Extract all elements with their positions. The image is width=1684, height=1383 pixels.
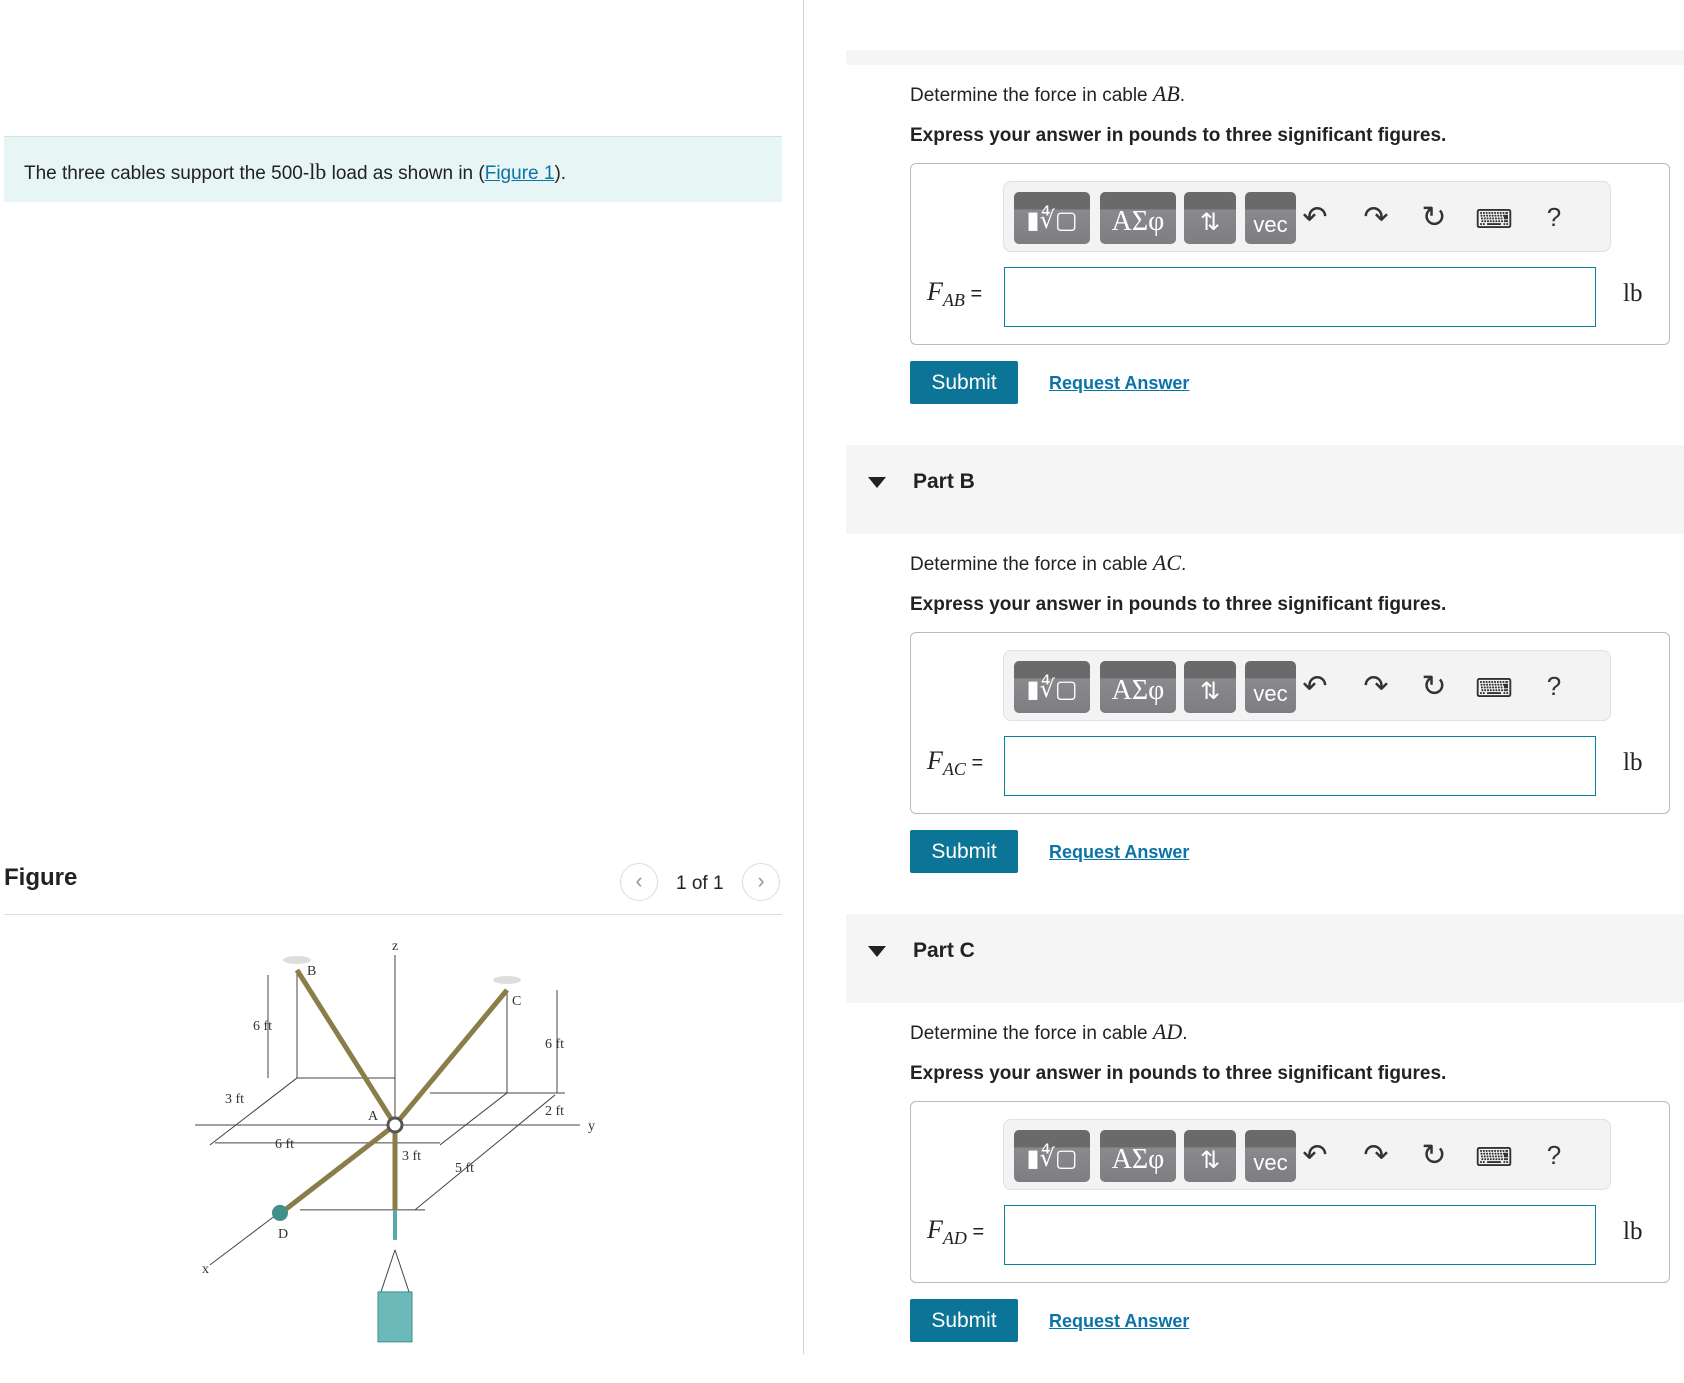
- math-toolbar: ▮∜▢ ΑΣφ ⇅ vec ↶ ↷ ↻ ⌨ ?: [1003, 181, 1611, 252]
- submit-button[interactable]: Submit: [910, 830, 1018, 873]
- keyboard-icon[interactable]: ⌨: [1474, 204, 1514, 235]
- figure-heading: Figure: [4, 864, 78, 891]
- reset-icon[interactable]: ↻: [1414, 1138, 1454, 1173]
- request-answer-link[interactable]: Request Answer: [1049, 373, 1189, 394]
- answer-input[interactable]: [1004, 736, 1596, 796]
- cable-ad: [283, 1122, 397, 1212]
- figure-divider: [4, 914, 782, 915]
- templates-button[interactable]: ▮∜▢: [1014, 661, 1090, 713]
- greek-symbols-button[interactable]: ΑΣφ: [1100, 192, 1176, 244]
- greek-symbols-button[interactable]: ΑΣφ: [1100, 1130, 1176, 1182]
- variable-label: FAD =: [927, 1215, 985, 1249]
- templates-button[interactable]: ▮∜▢: [1014, 192, 1090, 244]
- collapse-triangle-icon[interactable]: [868, 477, 886, 488]
- question: Determine the force in cable AB.: [910, 81, 1186, 106]
- math-toolbar: ▮∜▢ ΑΣφ ⇅ vec ↶ ↷ ↻ ⌨ ?: [1003, 1119, 1611, 1190]
- redo-icon[interactable]: ↷: [1356, 1138, 1396, 1173]
- svg-text:3 ft: 3 ft: [225, 1092, 244, 1107]
- problem-intro: The three cables support the 500-lb load…: [4, 136, 782, 202]
- answer-input[interactable]: [1004, 1205, 1596, 1265]
- submit-button[interactable]: Submit: [910, 361, 1018, 404]
- part-a-section: Determine the force in cable AB. Express…: [846, 0, 1684, 445]
- svg-text:2 ft: 2 ft: [545, 1104, 564, 1119]
- templates-button[interactable]: ▮∜▢: [1014, 1130, 1090, 1182]
- svg-text:3 ft: 3 ft: [402, 1149, 421, 1164]
- part-title: Part C: [913, 939, 975, 962]
- svg-text:x: x: [202, 1262, 209, 1277]
- undo-icon[interactable]: ↶: [1295, 200, 1335, 235]
- submit-button[interactable]: Submit: [910, 1299, 1018, 1342]
- svg-text:6 ft: 6 ft: [253, 1019, 272, 1034]
- question: Determine the force in cable AD.: [910, 1019, 1188, 1044]
- variable-label: FAC =: [927, 746, 984, 780]
- unit-label: lb: [1623, 280, 1643, 307]
- arrows-button[interactable]: ⇅: [1184, 1130, 1236, 1182]
- anchor-d: [272, 1204, 288, 1221]
- help-icon[interactable]: ?: [1534, 671, 1574, 702]
- reset-icon[interactable]: ↻: [1414, 669, 1454, 704]
- arrows-button[interactable]: ⇅: [1184, 192, 1236, 244]
- svg-text:C: C: [512, 994, 521, 1009]
- unit-label: lb: [1623, 749, 1643, 776]
- svg-text:6 ft: 6 ft: [545, 1037, 564, 1052]
- help-icon[interactable]: ?: [1534, 202, 1574, 233]
- svg-text:D: D: [278, 1227, 288, 1242]
- keyboard-icon[interactable]: ⌨: [1474, 1142, 1514, 1173]
- collapse-triangle-icon[interactable]: [868, 946, 886, 957]
- figure-pager: 1 of 1: [676, 873, 724, 894]
- cable-ab: [294, 968, 398, 1127]
- answer-box: ▮∜▢ ΑΣφ ⇅ vec ↶ ↷ ↻ ⌨ ? FAD = lb: [910, 1101, 1670, 1283]
- greek-symbols-button[interactable]: ΑΣφ: [1100, 661, 1176, 713]
- undo-icon[interactable]: ↶: [1295, 669, 1335, 704]
- request-answer-link[interactable]: Request Answer: [1049, 842, 1189, 863]
- load-cylinder: [377, 1291, 413, 1343]
- part-c-section: Part C Determine the force in cable AD. …: [846, 914, 1684, 1383]
- intro-unit: lb: [309, 159, 327, 184]
- cable-ac: [393, 988, 509, 1127]
- part-header[interactable]: Part C: [846, 914, 1684, 1003]
- unit-label: lb: [1623, 1218, 1643, 1245]
- vector-button[interactable]: vec: [1245, 1130, 1296, 1182]
- part-header[interactable]: Part B: [846, 445, 1684, 534]
- vector-button[interactable]: vec: [1245, 661, 1296, 713]
- intro-text: load as shown in (: [326, 163, 485, 184]
- part-b-section: Part B Determine the force in cable AC. …: [846, 445, 1684, 914]
- svg-text:5 ft: 5 ft: [455, 1161, 474, 1176]
- chevron-left-icon: ‹: [635, 868, 643, 893]
- instruction: Express your answer in pounds to three s…: [910, 125, 1447, 146]
- reset-icon[interactable]: ↻: [1414, 200, 1454, 235]
- prev-figure-button[interactable]: ‹: [620, 863, 658, 901]
- vector-button[interactable]: vec: [1245, 192, 1296, 244]
- answer-box: ▮∜▢ ΑΣφ ⇅ vec ↶ ↷ ↻ ⌨ ? FAC = lb: [910, 632, 1670, 814]
- request-answer-link[interactable]: Request Answer: [1049, 1311, 1189, 1332]
- svg-text:A: A: [368, 1109, 378, 1124]
- svg-text:z: z: [392, 939, 398, 954]
- next-figure-button[interactable]: ›: [742, 863, 780, 901]
- variable-label: FAB =: [927, 277, 983, 311]
- instruction: Express your answer in pounds to three s…: [910, 594, 1447, 615]
- pane-divider[interactable]: [803, 0, 804, 1354]
- chevron-right-icon: ›: [757, 868, 765, 893]
- question: Determine the force in cable AC.: [910, 550, 1187, 575]
- math-toolbar: ▮∜▢ ΑΣφ ⇅ vec ↶ ↷ ↻ ⌨ ?: [1003, 650, 1611, 721]
- intro-text: The three cables support the 500-: [24, 163, 310, 184]
- figure-link[interactable]: Figure 1: [485, 163, 555, 184]
- undo-icon[interactable]: ↶: [1295, 1138, 1335, 1173]
- part-title: Part B: [913, 470, 975, 493]
- help-icon[interactable]: ?: [1534, 1140, 1574, 1171]
- answer-input[interactable]: [1004, 267, 1596, 327]
- figure-image: z y x A B C D 6 ft 3 ft 6 ft 6 ft 2 ft 3…: [195, 939, 595, 1343]
- ring-a: [386, 1116, 404, 1134]
- answer-box: ▮∜▢ ΑΣφ ⇅ vec ↶ ↷ ↻ ⌨ ? FAB = lb: [910, 163, 1670, 345]
- redo-icon[interactable]: ↷: [1356, 669, 1396, 704]
- keyboard-icon[interactable]: ⌨: [1474, 673, 1514, 704]
- arrows-button[interactable]: ⇅: [1184, 661, 1236, 713]
- svg-text:B: B: [307, 964, 316, 979]
- instruction: Express your answer in pounds to three s…: [910, 1063, 1447, 1084]
- intro-text: ).: [554, 163, 567, 184]
- redo-icon[interactable]: ↷: [1356, 200, 1396, 235]
- svg-text:6 ft: 6 ft: [275, 1137, 294, 1152]
- svg-text:y: y: [588, 1119, 595, 1134]
